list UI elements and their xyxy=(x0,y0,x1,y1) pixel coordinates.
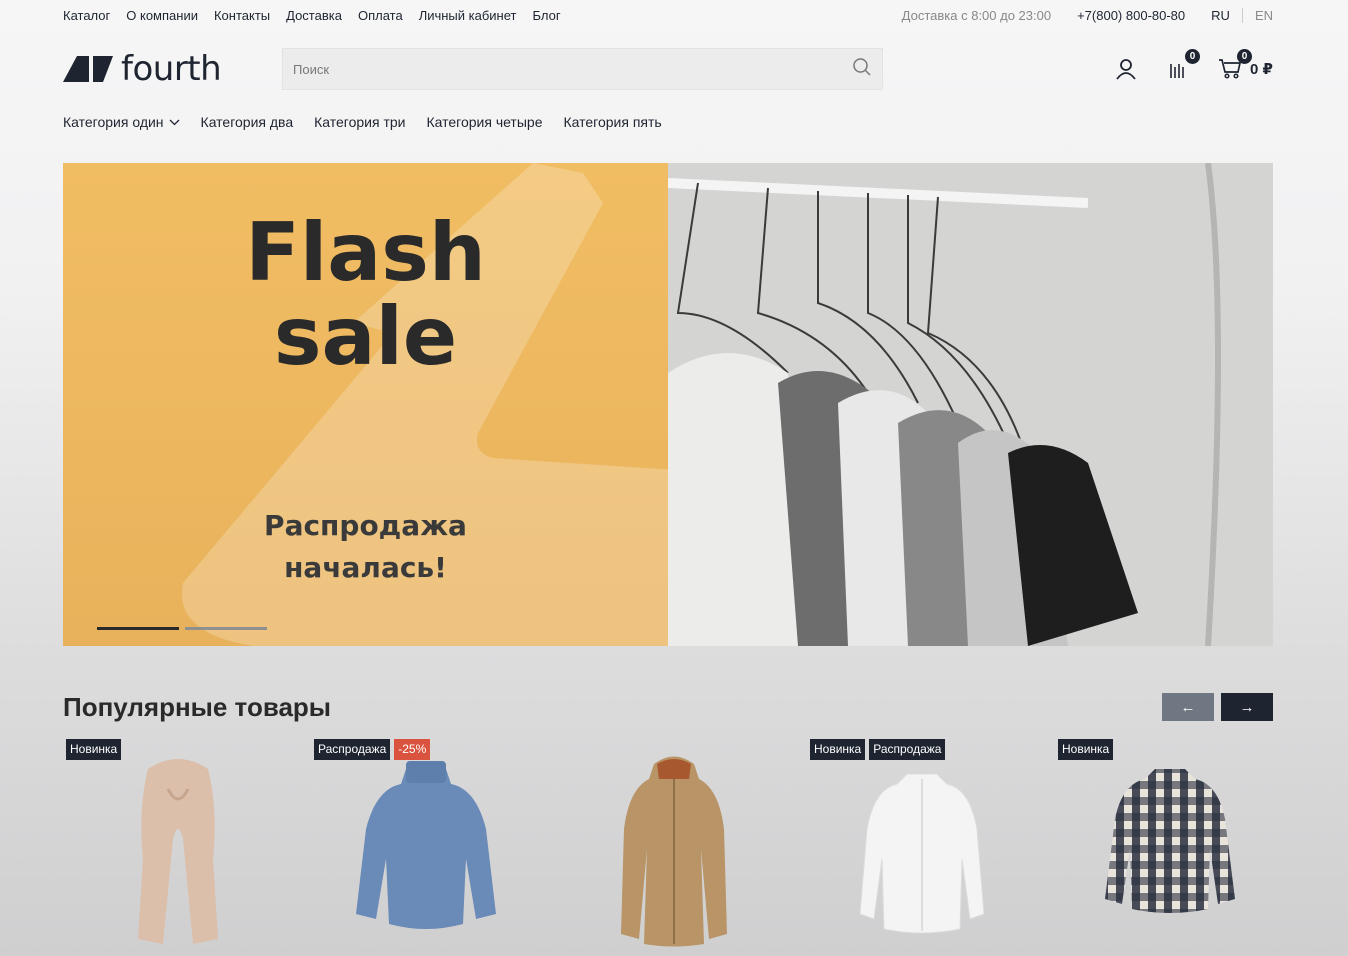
header-icons: 0 0 0 ₽ xyxy=(1114,49,1273,81)
category-one-label: Категория один xyxy=(63,114,164,130)
hero-title-line2: sale xyxy=(273,290,458,383)
product-image-white-shirt[interactable] xyxy=(807,749,1037,956)
tag-new: Новинка xyxy=(66,739,122,760)
product-card[interactable]: Новинка xyxy=(1055,739,1303,956)
top-nav-contacts[interactable]: Контакты xyxy=(214,8,270,23)
cart-total: 0 ₽ xyxy=(1250,61,1273,78)
compare-icon[interactable]: 0 xyxy=(1166,49,1201,81)
product-tags: Новинка Распродажа xyxy=(810,739,946,760)
hero-title: Flash sale xyxy=(63,211,668,379)
user-icon[interactable] xyxy=(1114,57,1138,81)
category-nav: Категория один Категория два Категория т… xyxy=(63,114,662,130)
carousel-arrows: ← → xyxy=(1162,693,1273,721)
product-list: Новинка Распродажа -25% Новинка Распрода… xyxy=(63,739,1303,956)
lang-ru[interactable]: RU xyxy=(1211,8,1242,23)
logo-text: fourth xyxy=(121,49,222,89)
slider-dots xyxy=(97,627,267,630)
top-nav-about[interactable]: О компании xyxy=(126,8,198,23)
product-card[interactable]: Новинка Распродажа xyxy=(807,739,1055,956)
top-nav-account[interactable]: Личный кабинет xyxy=(419,8,517,23)
compare-count-badge: 0 xyxy=(1185,49,1201,64)
product-card[interactable]: Новинка xyxy=(63,739,311,956)
delivery-hours: Доставка с 8:00 до 23:00 xyxy=(901,7,1052,23)
hero-subtitle-line1: Распродажа xyxy=(264,509,467,542)
tag-sale: Распродажа xyxy=(314,739,391,760)
product-tags: Новинка xyxy=(1058,739,1114,760)
tag-discount: -25% xyxy=(394,739,431,760)
category-five[interactable]: Категория пять xyxy=(563,114,661,130)
hero-promo-panel: Flash sale Распродажа началась! xyxy=(63,163,753,646)
carousel-prev-button[interactable]: ← xyxy=(1162,693,1214,721)
top-nav: Каталог О компании Контакты Доставка Опл… xyxy=(63,8,561,23)
top-nav-catalog[interactable]: Каталог xyxy=(63,8,110,23)
product-card[interactable]: Распродажа -25% xyxy=(311,739,559,956)
carousel-next-button[interactable]: → xyxy=(1221,693,1273,721)
top-nav-blog[interactable]: Блог xyxy=(533,8,561,23)
cart-icon: 0 xyxy=(1218,49,1253,81)
tag-new: Новинка xyxy=(810,739,866,760)
category-three[interactable]: Категория три xyxy=(314,114,405,130)
logo[interactable]: fourth xyxy=(63,49,282,89)
product-tags: Распродажа -25% xyxy=(314,739,431,760)
top-nav-payment[interactable]: Оплата xyxy=(358,8,403,23)
cart-count-badge: 0 xyxy=(1237,49,1253,64)
header: fourth 0 0 0 ₽ xyxy=(63,47,1273,91)
top-nav-delivery[interactable]: Доставка xyxy=(286,8,342,23)
section-title: Популярные товары xyxy=(63,692,332,722)
search-input[interactable] xyxy=(293,61,852,77)
hero-subtitle: Распродажа началась! xyxy=(63,505,668,589)
top-bar: Каталог О компании Контакты Доставка Опл… xyxy=(63,0,1273,30)
clothes-rack-image xyxy=(667,163,1273,646)
lang-en[interactable]: EN xyxy=(1241,7,1273,23)
chevron-down-icon xyxy=(169,119,180,125)
product-image-sweater[interactable] xyxy=(311,749,541,956)
product-image-plaid-shirt[interactable] xyxy=(1055,749,1285,956)
category-two[interactable]: Категория два xyxy=(201,114,294,130)
top-right: Доставка с 8:00 до 23:00 +7(800) 800-80-… xyxy=(901,7,1273,23)
hero-banner[interactable]: Flash sale Распродажа началась! xyxy=(63,163,1273,646)
tag-sale: Распродажа xyxy=(869,739,946,760)
hero-title-line1: Flash xyxy=(245,206,486,299)
category-four[interactable]: Категория четыре xyxy=(426,114,542,130)
category-one[interactable]: Категория один xyxy=(63,114,180,130)
search-icon[interactable] xyxy=(852,57,872,82)
phone-link[interactable]: +7(800) 800-80-80 xyxy=(1077,8,1185,23)
logo-mark-icon xyxy=(63,56,113,82)
slider-dot-2[interactable] xyxy=(185,627,267,630)
hero-photo-clothes-rack xyxy=(667,163,1273,646)
product-image-raincoat[interactable] xyxy=(559,749,789,956)
product-image-scarf[interactable] xyxy=(63,749,293,956)
cart-button[interactable]: 0 0 ₽ xyxy=(1218,49,1273,81)
product-card[interactable] xyxy=(559,739,807,956)
hero-subtitle-line2: началась! xyxy=(284,551,447,584)
tag-new: Новинка xyxy=(1058,739,1114,760)
slider-dot-1[interactable] xyxy=(97,627,179,630)
search-box xyxy=(282,48,883,90)
product-tags: Новинка xyxy=(66,739,122,760)
